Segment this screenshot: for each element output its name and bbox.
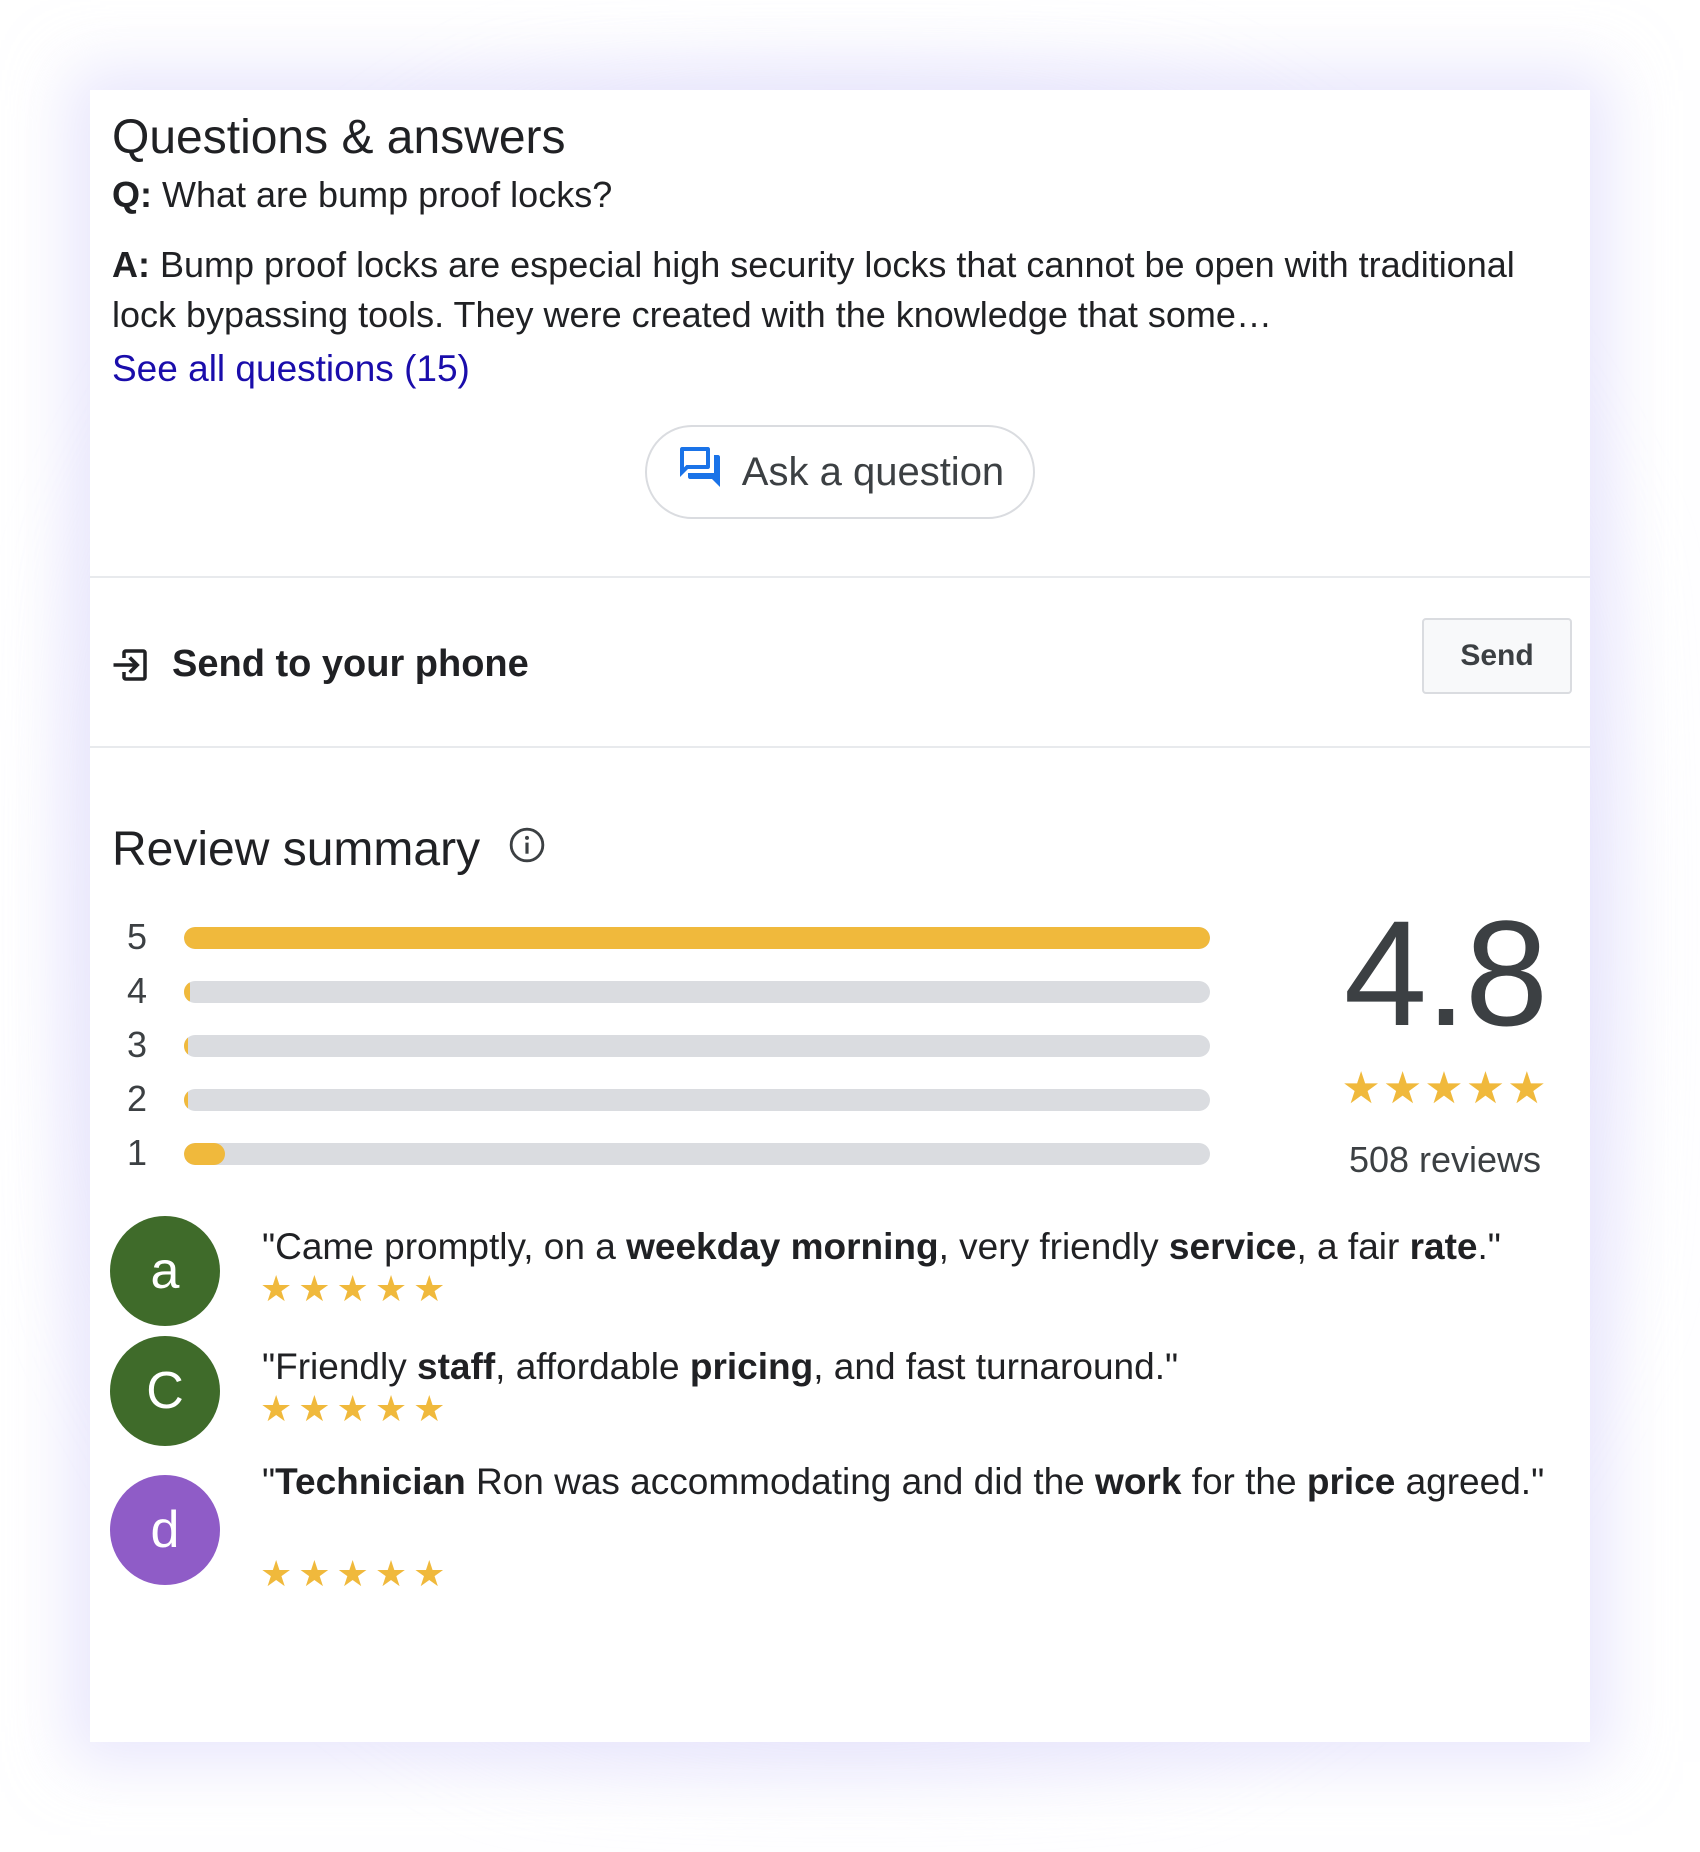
reviewer-avatar: a (110, 1216, 220, 1326)
review-stars: ★★★★★ (260, 1268, 452, 1309)
review-summary-title: Review summary (112, 823, 481, 876)
rating-bar-row: 3 (120, 1021, 1210, 1075)
review-summary-section: Review summary 5 4 3 2 1 4.8 ★★★★★ 508 revie… (90, 748, 1590, 1742)
average-rating-stars: ★★★★★ (1341, 1064, 1549, 1113)
info-icon[interactable] (508, 826, 546, 864)
snippet-keyword: pricing (689, 1346, 814, 1387)
rating-bar-fill (184, 1035, 189, 1057)
snippet-keyword: price (1306, 1461, 1396, 1502)
snippet-text-part: "Came promptly, on a (262, 1226, 627, 1267)
rating-bar-label: 1 (126, 1132, 148, 1173)
snippet-text-part: ." (1477, 1226, 1501, 1267)
snippet-keyword: work (1095, 1461, 1182, 1502)
send-button[interactable]: Send (1422, 618, 1572, 694)
snippet-keyword: staff (417, 1346, 496, 1387)
rating-bar-fill (184, 1089, 189, 1111)
rating-bar-track (184, 927, 1210, 949)
rating-bar-fill (184, 981, 191, 1003)
snippet-text-part: for the (1181, 1461, 1307, 1502)
review-stars: ★★★★★ (260, 1553, 452, 1594)
snippet-text-part: , and fast turnaround." (813, 1346, 1179, 1387)
rating-bar-label: 2 (126, 1078, 148, 1119)
answer: A: Bump proof locks are especial high se… (112, 240, 1568, 340)
rating-bar-row: 4 (120, 967, 1210, 1021)
rating-bar-label: 3 (126, 1024, 148, 1065)
snippet-keyword: weekday morning (626, 1226, 939, 1267)
answer-prefix: A: (112, 244, 150, 285)
snippet-text-part: , a fair (1296, 1226, 1410, 1267)
rating-bar-track (184, 981, 1210, 1003)
snippet-text-part: agreed." (1395, 1461, 1545, 1502)
rating-bar-row: 5 (120, 913, 1210, 967)
rating-bar-row: 1 (120, 1129, 1210, 1183)
rating-bar-label: 4 (126, 970, 148, 1011)
rating-bar-track (184, 1035, 1210, 1057)
rating-bar-track (184, 1089, 1210, 1111)
snippet-text-part: "Friendly (262, 1346, 418, 1387)
send-to-device-icon (110, 644, 152, 686)
send-to-phone-section: Send to your phone Send (90, 578, 1590, 746)
rating-bar-label: 5 (126, 916, 148, 957)
qa-title: Questions & answers (112, 111, 566, 164)
business-panel: Questions & answers Q: What are bump pro… (90, 90, 1590, 1742)
send-to-phone-label: Send to your phone (172, 643, 529, 685)
rating-bar-fill (184, 927, 1210, 949)
question: Q: What are bump proof locks? (112, 172, 1568, 218)
snippet-keyword: service (1168, 1226, 1297, 1267)
rating-bar-fill (184, 1143, 226, 1165)
snippet-text-part: Ron was accommodating and did the (465, 1461, 1096, 1502)
review-count-link[interactable]: 508 reviews (1290, 1138, 1590, 1182)
snippet-text-part: , very friendly (938, 1226, 1169, 1267)
review-snippet-text: "Came promptly, on a weekday morning, ve… (262, 1218, 1572, 1276)
review-snippet-text: "Friendly staff, affordable pricing, and… (262, 1338, 1572, 1396)
rating-distribution: 5 4 3 2 1 (120, 913, 1210, 1183)
snippet-text-part: , affordable (495, 1346, 690, 1387)
snippet-keyword: rate (1409, 1226, 1478, 1267)
answer-text: Bump proof locks are especial high secur… (112, 244, 1515, 335)
snippet-keyword: Technician (275, 1461, 466, 1502)
review-snippet-text: "Technician Ron was accommodating and di… (262, 1453, 1572, 1511)
snippet-text-part: " (262, 1461, 276, 1502)
reviewer-avatar: d (110, 1475, 220, 1585)
ask-question-button[interactable]: Ask a question (645, 425, 1035, 519)
see-all-questions-link[interactable]: See all questions (15) (112, 344, 470, 394)
question-prefix: Q: (112, 174, 152, 215)
rating-bar-row: 2 (120, 1075, 1210, 1129)
chat-bubbles-icon (676, 443, 724, 501)
rating-bar-track (184, 1143, 1210, 1165)
ask-question-label: Ask a question (741, 449, 1005, 494)
review-stars: ★★★★★ (260, 1388, 452, 1429)
questions-answers-section: Questions & answers Q: What are bump pro… (90, 90, 1590, 576)
reviewer-avatar: C (110, 1336, 220, 1446)
question-text: What are bump proof locks? (152, 174, 613, 215)
average-rating: 4.8 (1343, 889, 1549, 1057)
